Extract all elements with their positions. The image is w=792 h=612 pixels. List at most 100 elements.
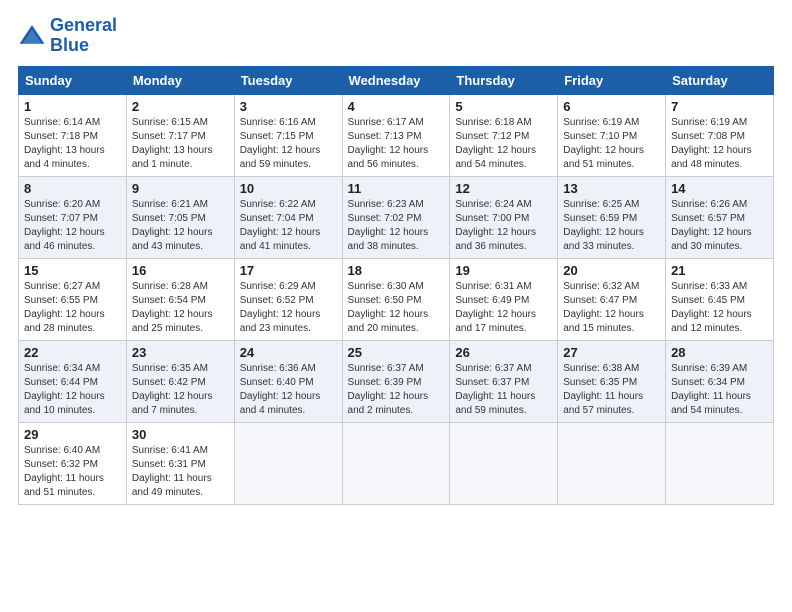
day-number: 3 [240,99,337,114]
calendar-cell [342,422,450,504]
day-info: Sunrise: 6:16 AM Sunset: 7:15 PM Dayligh… [240,116,337,172]
calendar-cell: 13 Sunrise: 6:25 AM Sunset: 6:59 PM Dayli… [558,176,666,258]
day-info: Sunrise: 6:18 AM Sunset: 7:12 PM Dayligh… [455,116,552,172]
day-info: Sunrise: 6:27 AM Sunset: 6:55 PM Dayligh… [24,280,121,336]
day-info: Sunrise: 6:22 AM Sunset: 7:04 PM Dayligh… [240,198,337,254]
weekday-header: Tuesday [234,66,342,94]
day-info: Sunrise: 6:35 AM Sunset: 6:42 PM Dayligh… [132,362,229,418]
day-number: 20 [563,263,660,278]
calendar-week-row: 15 Sunrise: 6:27 AM Sunset: 6:55 PM Dayli… [19,258,774,340]
calendar-cell: 21Sunrise: 6:33 AM Sunset: 6:45 PM Dayli… [666,258,774,340]
calendar-cell: 12Sunrise: 6:24 AM Sunset: 7:00 PM Dayli… [450,176,558,258]
calendar-cell: 29Sunrise: 6:40 AM Sunset: 6:32 PM Dayli… [19,422,127,504]
calendar-cell: 19 Sunrise: 6:31 AM Sunset: 6:49 PM Dayli… [450,258,558,340]
calendar-cell [666,422,774,504]
day-number: 8 [24,181,121,196]
day-info: Sunrise: 6:31 AM Sunset: 6:49 PM Dayligh… [455,280,552,336]
calendar-week-row: 8 Sunrise: 6:20 AM Sunset: 7:07 PM Daylig… [19,176,774,258]
calendar-cell: 1 Sunrise: 6:14 AM Sunset: 7:18 PM Daylig… [19,94,127,176]
day-number: 27 [563,345,660,360]
day-number: 5 [455,99,552,114]
calendar-cell: 16 Sunrise: 6:28 AM Sunset: 6:54 PM Dayli… [126,258,234,340]
calendar-cell [558,422,666,504]
day-info: Sunrise: 6:24 AM Sunset: 7:00 PM Dayligh… [455,198,552,254]
calendar-cell: 9 Sunrise: 6:21 AM Sunset: 7:05 PM Daylig… [126,176,234,258]
header: General Blue [18,16,774,56]
day-info: Sunrise: 6:21 AM Sunset: 7:05 PM Dayligh… [132,198,229,254]
day-number: 1 [24,99,121,114]
calendar-cell: 8 Sunrise: 6:20 AM Sunset: 7:07 PM Daylig… [19,176,127,258]
weekday-header: Sunday [19,66,127,94]
day-number: 16 [132,263,229,278]
calendar-cell: 11 Sunrise: 6:23 AM Sunset: 7:02 PM Dayli… [342,176,450,258]
day-number: 22 [24,345,121,360]
weekday-header: Saturday [666,66,774,94]
day-number: 11 [348,181,445,196]
day-info: Sunrise: 6:14 AM Sunset: 7:18 PM Dayligh… [24,116,121,172]
day-info: Sunrise: 6:15 AM Sunset: 7:17 PM Dayligh… [132,116,229,172]
calendar-cell: 20 Sunrise: 6:32 AM Sunset: 6:47 PM Dayli… [558,258,666,340]
logo-text: General Blue [50,16,117,56]
day-number: 10 [240,181,337,196]
calendar-cell: 17Sunrise: 6:29 AM Sunset: 6:52 PM Dayli… [234,258,342,340]
day-number: 14 [671,181,768,196]
calendar-cell: 4Sunrise: 6:17 AM Sunset: 7:13 PM Daylig… [342,94,450,176]
day-number: 26 [455,345,552,360]
day-number: 6 [563,99,660,114]
day-info: Sunrise: 6:23 AM Sunset: 7:02 PM Dayligh… [348,198,445,254]
calendar-cell: 22 Sunrise: 6:34 AM Sunset: 6:44 PM Dayli… [19,340,127,422]
day-number: 15 [24,263,121,278]
day-number: 4 [348,99,445,114]
calendar-cell: 7Sunrise: 6:19 AM Sunset: 7:08 PM Daylig… [666,94,774,176]
logo-icon [18,22,46,50]
calendar-cell: 3 Sunrise: 6:16 AM Sunset: 7:15 PM Daylig… [234,94,342,176]
calendar-cell: 2 Sunrise: 6:15 AM Sunset: 7:17 PM Daylig… [126,94,234,176]
calendar-cell: 18 Sunrise: 6:30 AM Sunset: 6:50 PM Dayli… [342,258,450,340]
calendar-cell: 23 Sunrise: 6:35 AM Sunset: 6:42 PM Dayli… [126,340,234,422]
day-number: 23 [132,345,229,360]
calendar-table: SundayMondayTuesdayWednesdayThursdayFrid… [18,66,774,505]
logo-general: General [50,15,117,35]
calendar-cell [450,422,558,504]
day-number: 18 [348,263,445,278]
calendar-week-row: 1 Sunrise: 6:14 AM Sunset: 7:18 PM Daylig… [19,94,774,176]
calendar-cell: 28Sunrise: 6:39 AM Sunset: 6:34 PM Dayli… [666,340,774,422]
day-info: Sunrise: 6:26 AM Sunset: 6:57 PM Dayligh… [671,198,768,254]
day-number: 9 [132,181,229,196]
calendar-cell: 26Sunrise: 6:37 AM Sunset: 6:37 PM Dayli… [450,340,558,422]
calendar-cell: 15 Sunrise: 6:27 AM Sunset: 6:55 PM Dayli… [19,258,127,340]
day-number: 2 [132,99,229,114]
day-info: Sunrise: 6:41 AM Sunset: 6:31 PM Dayligh… [132,444,229,500]
day-info: Sunrise: 6:32 AM Sunset: 6:47 PM Dayligh… [563,280,660,336]
day-number: 28 [671,345,768,360]
day-number: 30 [132,427,229,442]
day-info: Sunrise: 6:34 AM Sunset: 6:44 PM Dayligh… [24,362,121,418]
calendar-cell: 30 Sunrise: 6:41 AM Sunset: 6:31 PM Dayli… [126,422,234,504]
calendar-cell: 14 Sunrise: 6:26 AM Sunset: 6:57 PM Dayli… [666,176,774,258]
day-number: 13 [563,181,660,196]
calendar-cell: 24Sunrise: 6:36 AM Sunset: 6:40 PM Dayli… [234,340,342,422]
calendar-week-row: 29Sunrise: 6:40 AM Sunset: 6:32 PM Dayli… [19,422,774,504]
calendar-cell: 5 Sunrise: 6:18 AM Sunset: 7:12 PM Daylig… [450,94,558,176]
weekday-header: Monday [126,66,234,94]
day-info: Sunrise: 6:38 AM Sunset: 6:35 PM Dayligh… [563,362,660,418]
day-info: Sunrise: 6:19 AM Sunset: 7:10 PM Dayligh… [563,116,660,172]
logo: General Blue [18,16,117,56]
calendar-cell: 27 Sunrise: 6:38 AM Sunset: 6:35 PM Dayli… [558,340,666,422]
day-info: Sunrise: 6:40 AM Sunset: 6:32 PM Dayligh… [24,444,121,500]
day-number: 19 [455,263,552,278]
calendar-week-row: 22 Sunrise: 6:34 AM Sunset: 6:44 PM Dayli… [19,340,774,422]
day-info: Sunrise: 6:30 AM Sunset: 6:50 PM Dayligh… [348,280,445,336]
weekday-header: Thursday [450,66,558,94]
day-info: Sunrise: 6:19 AM Sunset: 7:08 PM Dayligh… [671,116,768,172]
day-info: Sunrise: 6:28 AM Sunset: 6:54 PM Dayligh… [132,280,229,336]
day-info: Sunrise: 6:20 AM Sunset: 7:07 PM Dayligh… [24,198,121,254]
weekday-header: Friday [558,66,666,94]
calendar-header-row: SundayMondayTuesdayWednesdayThursdayFrid… [19,66,774,94]
day-number: 24 [240,345,337,360]
day-info: Sunrise: 6:25 AM Sunset: 6:59 PM Dayligh… [563,198,660,254]
day-info: Sunrise: 6:29 AM Sunset: 6:52 PM Dayligh… [240,280,337,336]
calendar-cell: 25Sunrise: 6:37 AM Sunset: 6:39 PM Dayli… [342,340,450,422]
weekday-header: Wednesday [342,66,450,94]
logo-blue: Blue [50,35,89,55]
